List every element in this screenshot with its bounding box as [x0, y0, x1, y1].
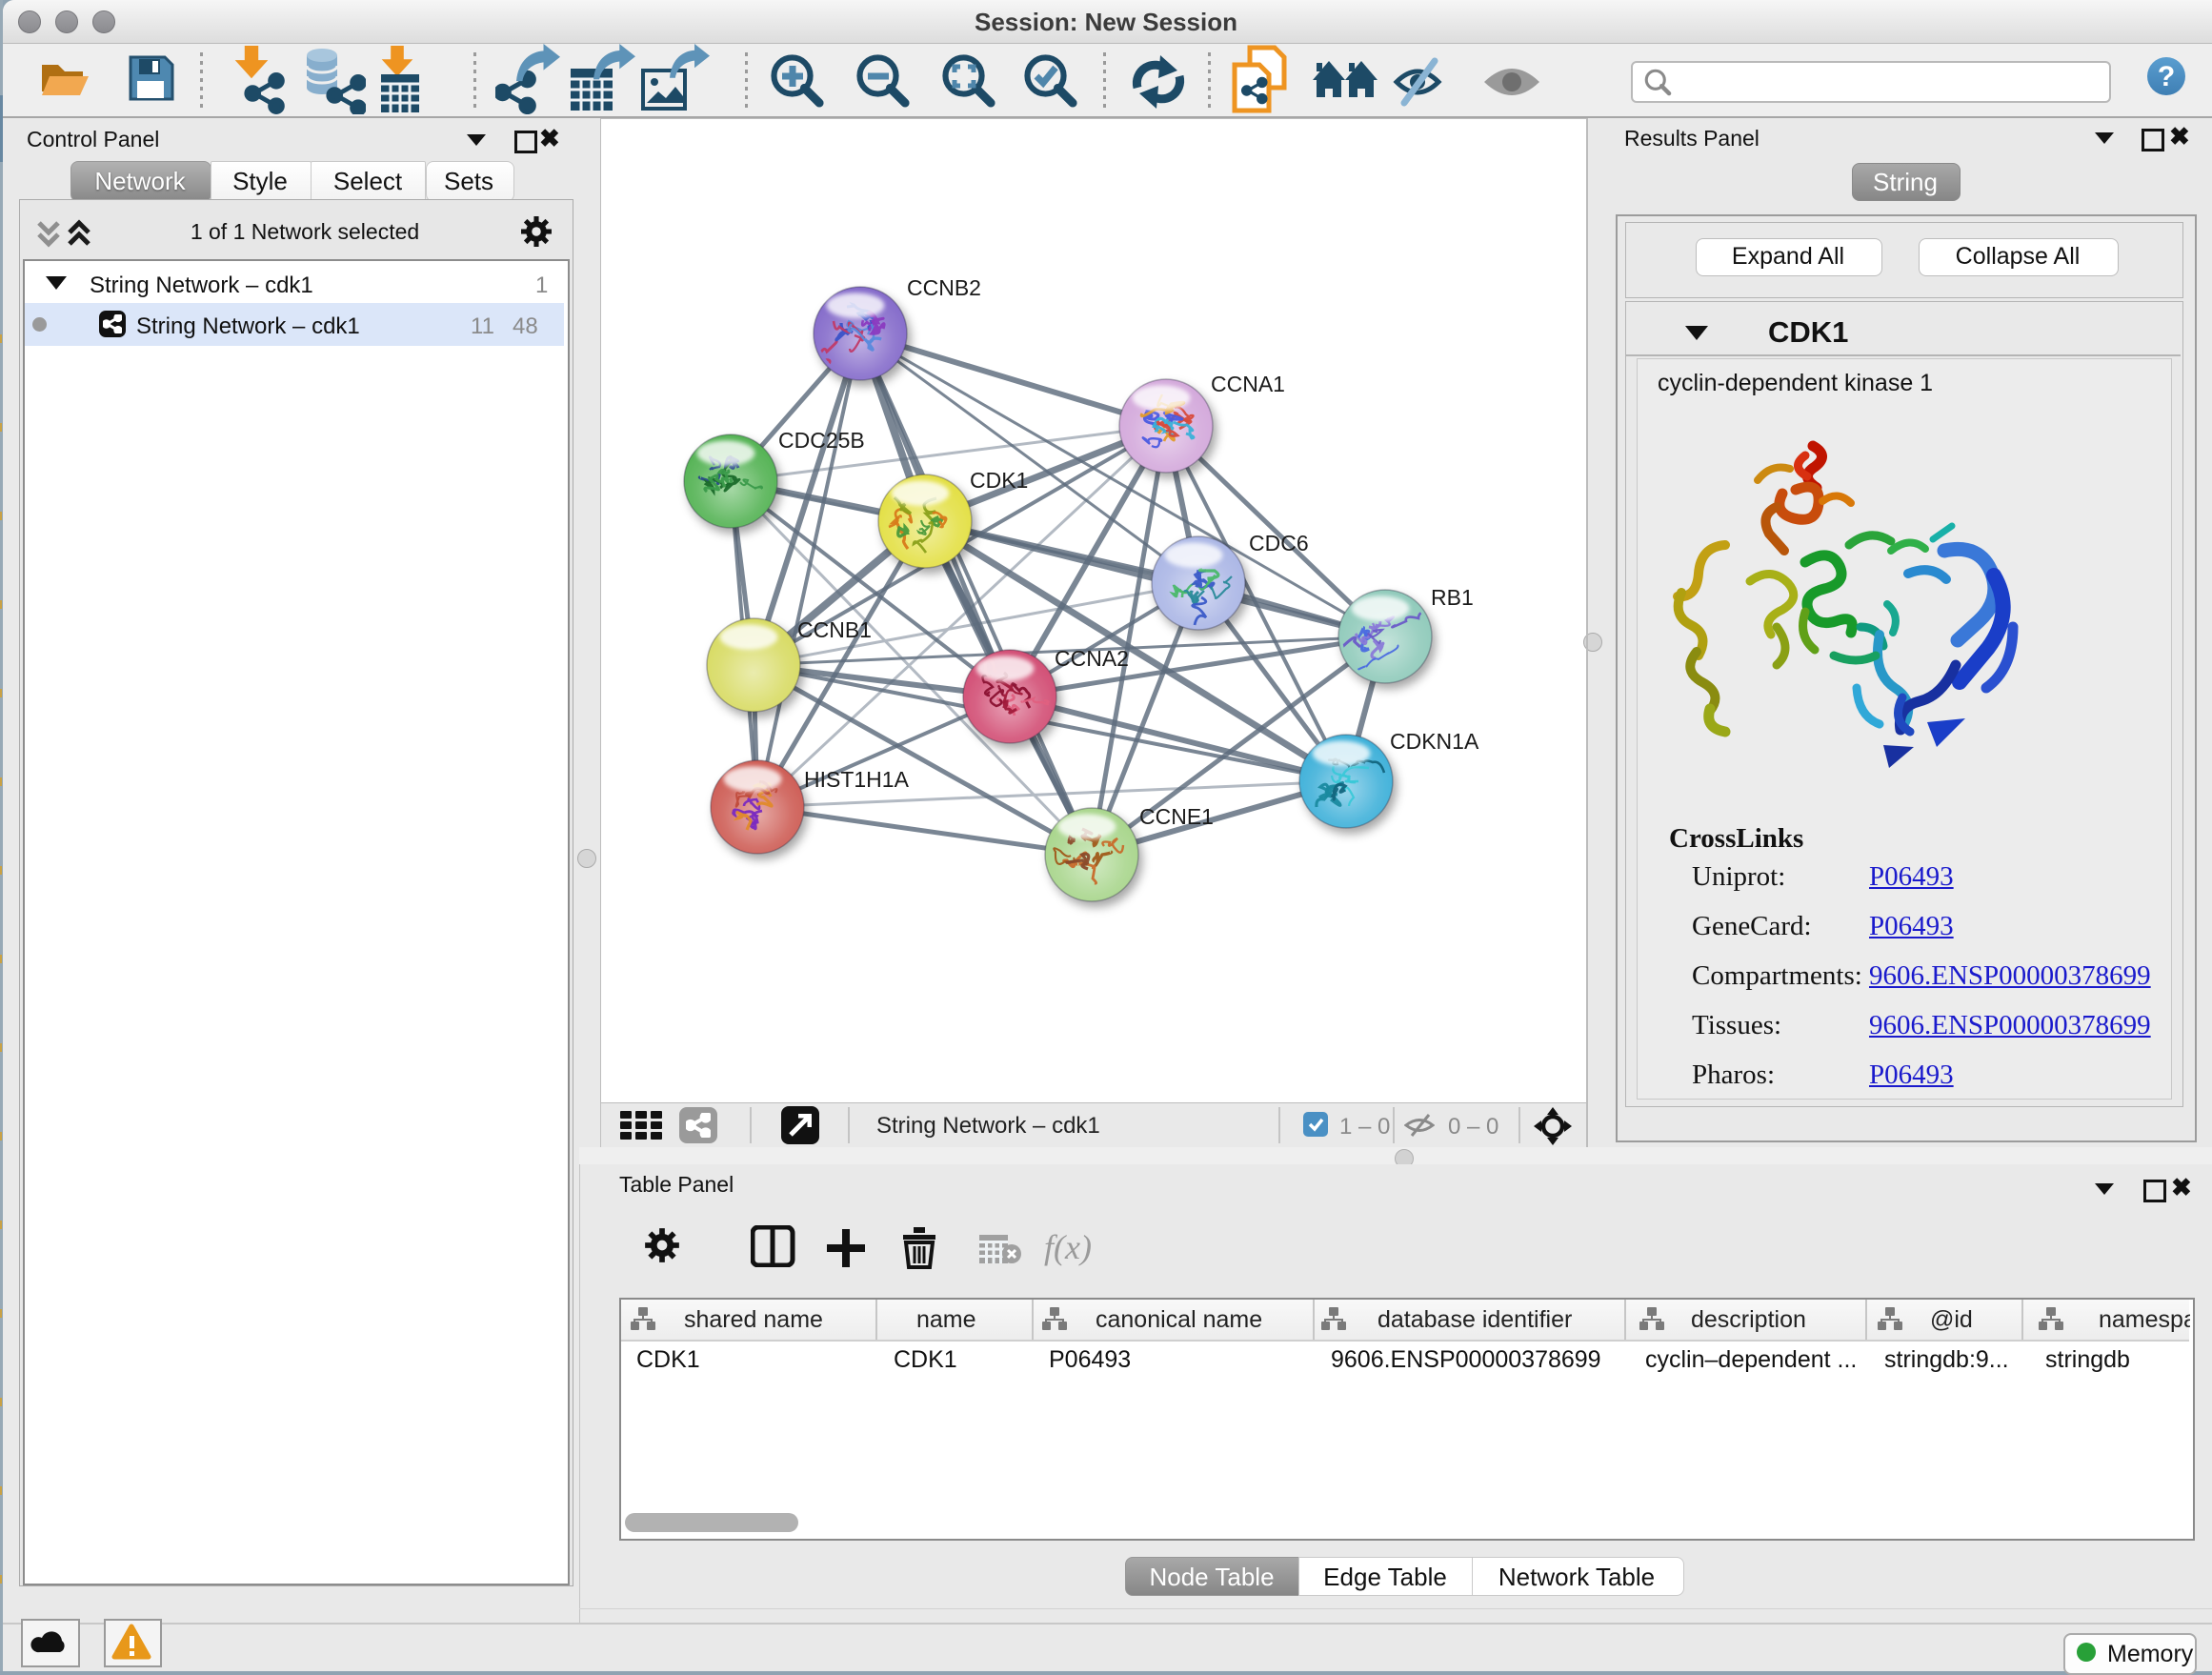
svg-text:CDK1: CDK1 — [970, 468, 1028, 493]
svg-text:CDKN1A: CDKN1A — [1390, 729, 1479, 754]
svg-text:CDC25B: CDC25B — [778, 428, 865, 453]
svg-text:RB1: RB1 — [1431, 585, 1474, 610]
svg-text:CCNA1: CCNA1 — [1211, 372, 1285, 396]
svg-text:CDC6: CDC6 — [1249, 531, 1309, 555]
svg-text:CCNB1: CCNB1 — [797, 617, 872, 642]
svg-text:CCNE1: CCNE1 — [1139, 804, 1214, 829]
svg-text:CCNB2: CCNB2 — [907, 275, 981, 300]
svg-text:CCNA2: CCNA2 — [1055, 646, 1129, 671]
svg-text:HIST1H1A: HIST1H1A — [804, 767, 910, 792]
